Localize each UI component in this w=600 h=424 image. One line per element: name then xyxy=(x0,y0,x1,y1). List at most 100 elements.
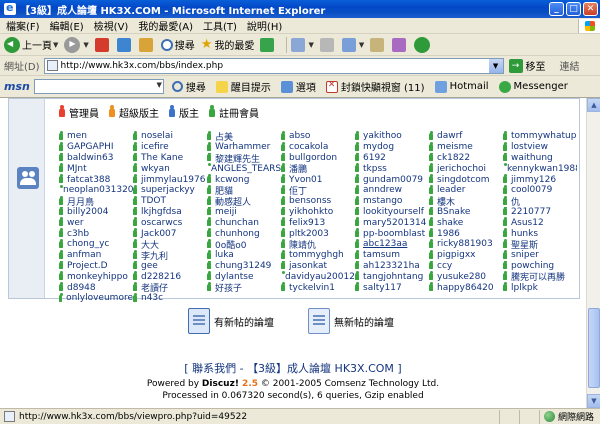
menu-help[interactable]: 說明(H) xyxy=(247,18,282,33)
user-name-link[interactable]: dylantse xyxy=(215,272,254,282)
online-user[interactable]: billy2004 xyxy=(59,206,133,218)
user-name-link[interactable]: Project.D xyxy=(67,261,108,271)
online-user[interactable]: felix913 xyxy=(281,217,355,228)
user-name-link[interactable]: ccy xyxy=(437,261,452,271)
user-name-link[interactable]: n43c xyxy=(141,293,163,303)
scroll-down-button[interactable]: ▼ xyxy=(587,394,600,408)
online-user[interactable]: hunks xyxy=(503,228,577,239)
msn-search-button[interactable]: 搜尋 xyxy=(171,79,206,94)
online-user[interactable]: bullgordon xyxy=(281,152,355,164)
online-user[interactable]: neoplan03132003 xyxy=(59,184,133,196)
discuz-link[interactable]: Discuz! xyxy=(202,379,239,389)
user-name-link[interactable]: superjackyy xyxy=(141,185,195,195)
user-name-link[interactable]: yikhohkto xyxy=(289,207,333,217)
online-user[interactable]: mary5201314 xyxy=(355,217,429,228)
user-name-link[interactable]: 動感超人 xyxy=(215,196,251,207)
user-name-link[interactable]: meiji xyxy=(215,207,237,217)
user-name-link[interactable]: 肥貓 xyxy=(215,185,233,196)
online-user[interactable]: abso xyxy=(281,131,355,142)
user-name-link[interactable]: c3hb xyxy=(67,229,89,239)
user-name-link[interactable]: monkeyhippo xyxy=(67,272,128,282)
msn-search-input[interactable] xyxy=(33,79,164,94)
online-user[interactable]: Project.D xyxy=(59,260,133,272)
user-name-link[interactable]: pigpigxx xyxy=(437,250,476,260)
online-user[interactable]: happy86420 xyxy=(429,282,503,293)
user-name-link[interactable]: d228216 xyxy=(141,272,181,282)
user-name-link[interactable]: mstango xyxy=(363,196,402,206)
user-name-link[interactable]: jerichochoi xyxy=(437,164,486,174)
user-name-link[interactable]: lplkpk xyxy=(511,283,538,293)
user-name-link[interactable]: anfman xyxy=(67,250,101,260)
user-name-link[interactable]: felix913 xyxy=(289,218,325,228)
online-user[interactable]: powching xyxy=(503,260,577,272)
user-name-link[interactable]: abso xyxy=(289,131,310,141)
minimize-button[interactable]: _ xyxy=(549,2,564,16)
online-user[interactable]: kennykwan1988 xyxy=(503,163,577,174)
online-user[interactable]: d8948 xyxy=(59,282,133,293)
user-name-link[interactable]: gundam0079 xyxy=(363,175,423,185)
user-name-link[interactable]: Asus12 xyxy=(511,218,544,228)
mail-button[interactable]: ▼ xyxy=(291,37,314,52)
user-name-link[interactable]: ricky881903 xyxy=(437,239,493,249)
online-user[interactable]: tyckelvin1 xyxy=(281,282,355,293)
online-user[interactable]: chung31249 xyxy=(207,260,281,272)
online-user[interactable]: 好孩子 xyxy=(207,282,281,293)
address-input[interactable]: http://www.hk3x.com/bbs/index.php ▼ xyxy=(43,57,504,74)
user-name-link[interactable]: bullgordon xyxy=(289,153,337,163)
user-name-link[interactable]: Jack007 xyxy=(141,229,177,239)
online-user[interactable]: tommyghgh xyxy=(281,249,355,261)
online-user[interactable]: chunhong xyxy=(207,228,281,239)
user-name-link[interactable]: tommyghgh xyxy=(289,250,344,260)
user-name-link[interactable]: luka xyxy=(215,250,234,260)
user-name-link[interactable]: 黎建輝先生 xyxy=(215,153,260,164)
online-user[interactable]: men xyxy=(59,131,133,142)
online-user[interactable]: pp-boomblast xyxy=(355,228,429,239)
history-button[interactable] xyxy=(260,37,276,52)
online-user[interactable]: pltk2003 xyxy=(281,228,355,239)
online-user[interactable]: 1986 xyxy=(429,228,503,239)
online-user[interactable]: tamsum xyxy=(355,249,429,261)
user-name-link[interactable]: MJnt xyxy=(67,164,87,174)
online-user[interactable]: ck1822 xyxy=(429,152,503,164)
user-name-link[interactable]: tkpss xyxy=(363,164,387,174)
online-user[interactable]: 0o酷o0 xyxy=(207,238,281,250)
user-name-link[interactable]: 占美 xyxy=(215,131,233,142)
online-user[interactable]: chunchan xyxy=(207,217,281,228)
online-user[interactable]: 肥貓 xyxy=(207,184,281,196)
user-name-link[interactable]: leader xyxy=(437,185,466,195)
online-user[interactable]: chong_yc xyxy=(59,238,133,250)
online-user[interactable]: meisme xyxy=(429,141,503,153)
user-name-link[interactable]: dawrf xyxy=(437,131,462,141)
online-user[interactable]: mstango xyxy=(355,195,429,207)
online-user[interactable]: 動感超人 xyxy=(207,195,281,207)
discuss-button[interactable] xyxy=(370,37,386,52)
user-name-link[interactable]: 1986 xyxy=(437,229,460,239)
user-name-link[interactable]: sniper xyxy=(511,250,539,260)
online-user[interactable]: ricky881903 xyxy=(429,238,503,250)
user-name-link[interactable]: BSnake xyxy=(437,207,470,217)
online-user[interactable]: 6192 xyxy=(355,152,429,164)
user-name-link[interactable]: kcwong xyxy=(215,175,249,185)
online-user[interactable]: salty117 xyxy=(355,282,429,293)
user-name-link[interactable]: 老讀仔 xyxy=(141,282,168,293)
forward-button[interactable]: ▼ xyxy=(64,36,89,53)
online-user[interactable]: 占美 xyxy=(207,131,281,142)
user-name-link[interactable]: cool0079 xyxy=(511,185,552,195)
online-user[interactable]: MJnt xyxy=(59,163,133,174)
online-user[interactable]: cool0079 xyxy=(503,184,577,196)
print-button[interactable] xyxy=(319,37,336,52)
highlight-button[interactable]: 醒目提示 xyxy=(215,79,271,94)
user-name-link[interactable]: 2210777 xyxy=(511,207,551,217)
online-user[interactable]: Jack007 xyxy=(133,228,207,239)
user-name-link[interactable]: waithung xyxy=(511,153,553,163)
close-button[interactable]: ✕ xyxy=(583,2,598,16)
online-user[interactable]: sniper xyxy=(503,249,577,261)
online-user[interactable]: 潘鵬 xyxy=(281,163,355,174)
user-name-link[interactable]: cocakola xyxy=(289,142,328,152)
messenger-button[interactable] xyxy=(414,36,432,53)
links-button[interactable]: 連結 xyxy=(560,58,580,73)
contact-us-link[interactable]: 聯系我們 xyxy=(192,362,236,375)
user-name-link[interactable]: 李九利 xyxy=(141,250,168,261)
user-name-link[interactable]: 潘鵬 xyxy=(289,163,307,174)
user-name-link[interactable]: meisme xyxy=(437,142,473,152)
